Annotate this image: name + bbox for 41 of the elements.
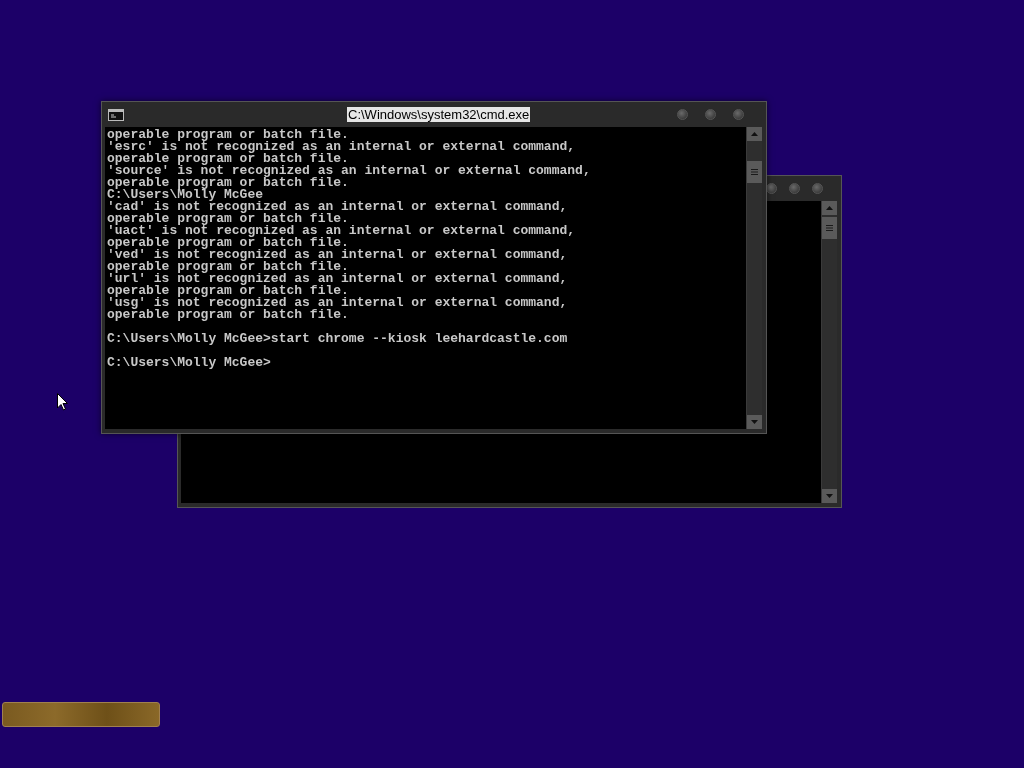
- console-line: operable program or batch file.: [107, 213, 349, 225]
- up-arrow-icon: [826, 206, 833, 210]
- console-line: 'usg' is not recognized as an internal or external command,: [107, 297, 569, 309]
- window-control-button[interactable]: [789, 183, 800, 194]
- console-line: C:\Users\Molly McGee>start chrome --kiosk leehardcastle.com: [107, 333, 569, 345]
- console-line: operable program or batch file.: [107, 129, 349, 141]
- window-control-button[interactable]: [733, 109, 744, 120]
- console-line: operable program or batch file.: [107, 261, 349, 273]
- scroll-thumb[interactable]: [747, 161, 762, 183]
- scroll-up-button[interactable]: [822, 201, 837, 215]
- scrollbar[interactable]: [821, 201, 837, 503]
- grip-icon: [751, 169, 758, 175]
- window-control-button[interactable]: [677, 109, 688, 120]
- console-line: operable program or batch file.: [107, 237, 349, 249]
- console-line: 'url' is not recognized as an internal or external command,: [107, 273, 569, 285]
- console-line: 'ved' is not recognized as an internal or external command,: [107, 249, 569, 261]
- console-line: operable program or batch file.: [107, 177, 350, 189]
- console-line: C:\Users\Molly McGee>: [107, 357, 272, 369]
- scrollbar[interactable]: [746, 127, 762, 429]
- console-line: C:\Users\Molly McGee: [107, 189, 264, 201]
- scroll-down-button[interactable]: [822, 489, 837, 503]
- console-line: 'cad' is not recognized as an internal or external command,: [107, 201, 569, 213]
- window-control-button[interactable]: [812, 183, 823, 194]
- scroll-up-button[interactable]: [747, 127, 762, 141]
- mouse-cursor-icon: [57, 393, 68, 411]
- down-arrow-icon: [826, 494, 833, 498]
- scroll-down-button[interactable]: [747, 415, 762, 429]
- console-line: operable program or batch file.: [107, 285, 349, 297]
- console-line: operable program or batch file.: [107, 153, 350, 165]
- up-arrow-icon: [751, 132, 758, 136]
- down-arrow-icon: [751, 420, 758, 424]
- console-line: 'esrc' is not recognized as an internal or external command,: [107, 141, 577, 153]
- console-line: operable program or batch file.: [107, 309, 350, 321]
- grip-icon: [826, 225, 833, 231]
- taskbar-button[interactable]: [2, 702, 160, 727]
- console-line: 'source' is not recognized as an internal or external command,: [107, 165, 592, 177]
- console-line: 'uact' is not recognized as an internal or external command,: [107, 225, 577, 237]
- scroll-thumb[interactable]: [822, 217, 837, 239]
- window-title: C:\Windows\system32\cmd.exe: [347, 107, 531, 122]
- window-control-button[interactable]: [705, 109, 716, 120]
- console-app-icon: [108, 108, 124, 121]
